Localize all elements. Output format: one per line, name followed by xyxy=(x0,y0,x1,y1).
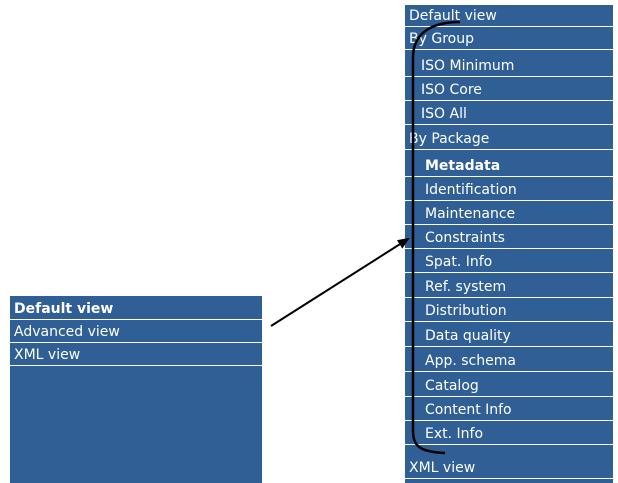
menu-item-content-info[interactable]: Content Info xyxy=(405,399,613,421)
menu-item-metadata[interactable]: Metadata xyxy=(405,155,613,177)
menu-item-spat-info[interactable]: Spat. Info xyxy=(405,251,613,273)
menu-item-xml-view[interactable]: XML view xyxy=(10,344,262,366)
menu-item-default-view[interactable]: Default view xyxy=(405,5,613,27)
menu-item-catalog[interactable]: Catalog xyxy=(405,375,613,397)
menu-item-xml-view[interactable]: XML view xyxy=(405,457,613,479)
menu-item-identification[interactable]: Identification xyxy=(405,179,613,201)
menu-item-distribution[interactable]: Distribution xyxy=(405,300,613,322)
menu-item-default-view[interactable]: Default view xyxy=(10,298,262,320)
menu-item-iso-minimum[interactable]: ISO Minimum xyxy=(405,55,613,77)
right-advanced-menu: Default view By Group ISO Minimum ISO Co… xyxy=(405,5,613,483)
menu-item-by-package[interactable]: By Package xyxy=(405,128,613,150)
menu-item-ref-system[interactable]: Ref. system xyxy=(405,276,613,298)
menu-item-ext-info[interactable]: Ext. Info xyxy=(405,423,613,445)
menu-item-app-schema[interactable]: App. schema xyxy=(405,350,613,372)
menu-item-iso-core[interactable]: ISO Core xyxy=(405,79,613,101)
annotation-arrow xyxy=(270,237,410,327)
menu-item-by-group[interactable]: By Group xyxy=(405,28,613,50)
left-view-menu: Default view Advanced view XML view xyxy=(10,296,262,483)
menu-item-maintenance[interactable]: Maintenance xyxy=(405,203,613,225)
menu-item-constraints[interactable]: Constraints xyxy=(405,227,613,249)
menu-item-advanced-view[interactable]: Advanced view xyxy=(10,321,262,343)
menu-item-iso-all[interactable]: ISO All xyxy=(405,103,613,125)
menu-item-data-quality[interactable]: Data quality xyxy=(405,325,613,347)
